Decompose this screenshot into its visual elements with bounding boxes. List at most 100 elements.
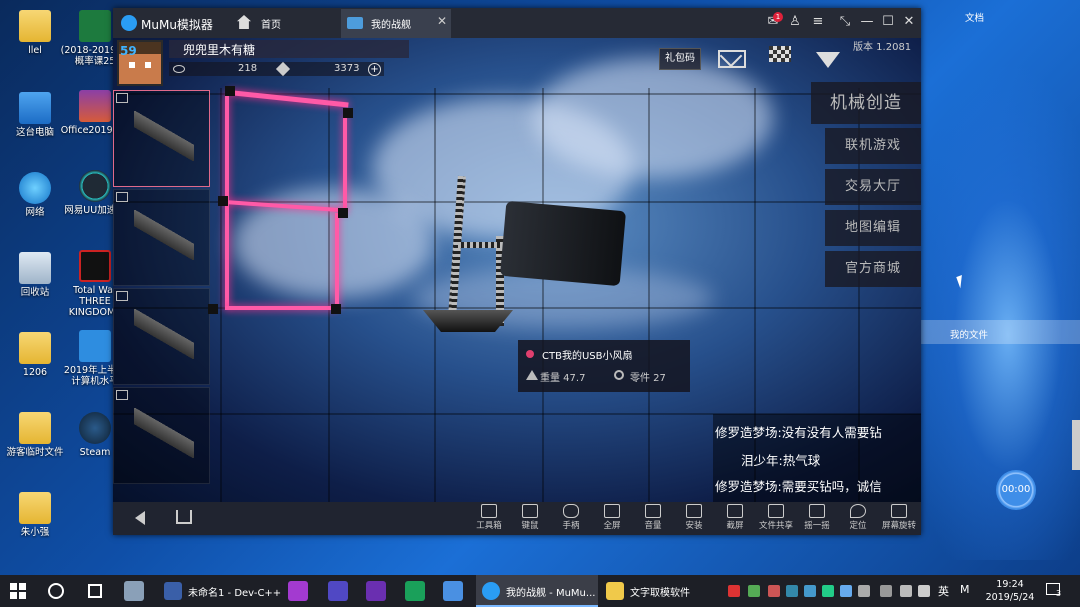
taskbar-app-mumu[interactable]: 我的战舰 - MuMu... [476,575,598,607]
tray-wifi-icon[interactable] [900,585,912,597]
minimize-icon[interactable]: — [859,14,875,30]
frame-beam [335,213,339,308]
taskbar-app-font-tool[interactable]: 文字取模软件 [600,575,720,607]
frame-joint [225,86,235,96]
file-share-button[interactable]: 文件共享 [756,504,796,534]
checkbox-icon[interactable] [116,390,128,400]
shake-button[interactable]: 摇一摇 [797,504,837,534]
emulator-titlebar: MuMu模拟器 首页 我的战舰 ✕ ✉ 1 ♙ ≡ ⤡ — ☐ ✕ [113,8,921,38]
game-screen[interactable]: 59 兜兜里木有糖 218 3373 + 礼包码 版本 1.2081 机械创造 … [113,38,921,502]
version-label: 版本 1.2081 [853,42,912,53]
add-gems-button[interactable]: + [368,63,381,76]
checkbox-icon[interactable] [116,291,128,301]
pinned-app-icon[interactable] [405,581,425,601]
toolbar-label: 屏幕旋转 [881,521,916,531]
menu-trading-hall[interactable]: 交易大厅 [825,169,921,205]
dropdown-arrow-icon[interactable] [816,52,840,68]
pinned-app-icon[interactable] [288,581,308,601]
tray-app-icon[interactable] [768,585,780,597]
gamepad-button[interactable]: 手柄 [551,504,591,534]
documents-label[interactable]: 文档 [965,10,984,24]
keyboard-mouse-button[interactable]: 键鼠 [510,504,550,534]
taskbar-app-devcpp[interactable]: 未命名1 - Dev-C++ [158,575,281,607]
ship-info-card[interactable]: CTB我的USB小风扇 重量 47.7 零件 27 [518,340,690,392]
search-icon[interactable] [48,583,64,599]
design-slot[interactable] [113,90,210,187]
design-slot[interactable] [113,387,210,484]
home-nav-icon[interactable] [176,510,192,524]
tab-my-warship[interactable]: 我的战舰 ✕ [341,9,451,38]
task-view-icon[interactable] [88,584,102,598]
tray-app-icon[interactable] [822,585,834,597]
coin-count: 218 [238,63,258,74]
desktop-icon-zhu[interactable]: 朱小强 [0,492,70,538]
tray-app-icon[interactable] [728,585,740,597]
checkbox-icon[interactable] [116,93,128,103]
my-files-panel[interactable] [920,320,1080,344]
tray-shield-icon[interactable] [786,585,798,597]
mail-icon[interactable] [718,50,746,68]
shrink-icon[interactable]: ⤡ [837,14,853,30]
ime-language[interactable]: 英 [938,583,949,599]
toolbox-button[interactable]: 工具箱 [469,504,509,534]
toolbar-label: 音量 [644,521,662,531]
tray-app-icon[interactable] [804,585,816,597]
rotate-icon [891,504,907,518]
visual-studio-icon[interactable] [366,581,386,601]
chat-message: 修罗造梦场:需要买钻吗，诚信 [715,479,882,494]
toolbar-label: 键鼠 [521,521,539,531]
maximize-icon[interactable]: ☐ [880,14,896,30]
chat-panel[interactable]: 修罗造梦场:没有没有人需要钻 泪少年:热气球 修罗造梦场:需要买钻吗，诚信 [713,414,921,502]
close-window-icon[interactable]: ✕ [901,14,917,30]
word-icon[interactable] [328,581,348,601]
ship-status-dot [526,350,534,358]
tray-nvidia-icon[interactable] [748,585,760,597]
feishu-icon[interactable] [443,581,463,601]
close-tab-icon[interactable]: ✕ [437,14,447,28]
tray-usb-icon[interactable] [858,585,870,597]
frame-joint [343,108,353,118]
tray-app-icon[interactable] [840,585,852,597]
menu-official-store[interactable]: 官方商城 [825,251,921,287]
ship-engine-block [499,200,627,287]
tab-home[interactable]: 首页 [231,8,336,38]
system-clock[interactable]: 19:24 2019/5/24 [985,578,1035,604]
gift-code-button[interactable]: 礼包码 [659,48,701,70]
location-button[interactable]: 定位 [838,504,878,534]
design-slot[interactable] [113,288,210,385]
menu-map-editor[interactable]: 地图编辑 [825,210,921,246]
ime-mode[interactable]: M [960,583,970,596]
design-slot[interactable] [113,189,210,286]
steam-icon [79,412,111,444]
menu-online-game[interactable]: 联机游戏 [825,128,921,164]
rotate-screen-button[interactable]: 屏幕旋转 [879,504,919,534]
apk-icon [686,504,702,518]
tray-volume-icon[interactable] [918,585,930,597]
frame-beam [343,113,347,213]
user-icon[interactable]: ♙ [787,14,803,30]
uu-accelerator-icon [79,170,111,202]
screenshot-button[interactable]: 截屏 [715,504,755,534]
fullscreen-icon [604,504,620,518]
volume-button[interactable]: 音量 [633,504,673,534]
toolbar-label: 全屏 [603,521,621,531]
menu-mechanic-create[interactable]: 机械创造 [811,82,921,124]
home-icon [237,15,251,29]
weight-icon [526,370,538,380]
chat-message: 修罗造梦场:没有没有人需要钻 [715,425,882,440]
frame-joint [331,304,341,314]
pinned-app-icon[interactable] [124,581,144,601]
menu-icon[interactable]: ≡ [810,14,826,30]
fullscreen-button[interactable]: 全屏 [592,504,632,534]
race-flag-icon[interactable] [769,46,791,62]
volume-icon [645,504,661,518]
checkbox-icon[interactable] [116,192,128,202]
my-files-label[interactable]: 我的文件 [950,327,988,341]
mumu-icon [482,582,500,600]
recording-timer[interactable]: 00:00 [996,470,1036,510]
windows-start-icon[interactable] [10,583,26,599]
side-scroll-handle[interactable] [1072,420,1080,470]
back-icon[interactable] [135,511,145,525]
tray-network-icon[interactable] [880,585,892,597]
install-apk-button[interactable]: 安装 [674,504,714,534]
